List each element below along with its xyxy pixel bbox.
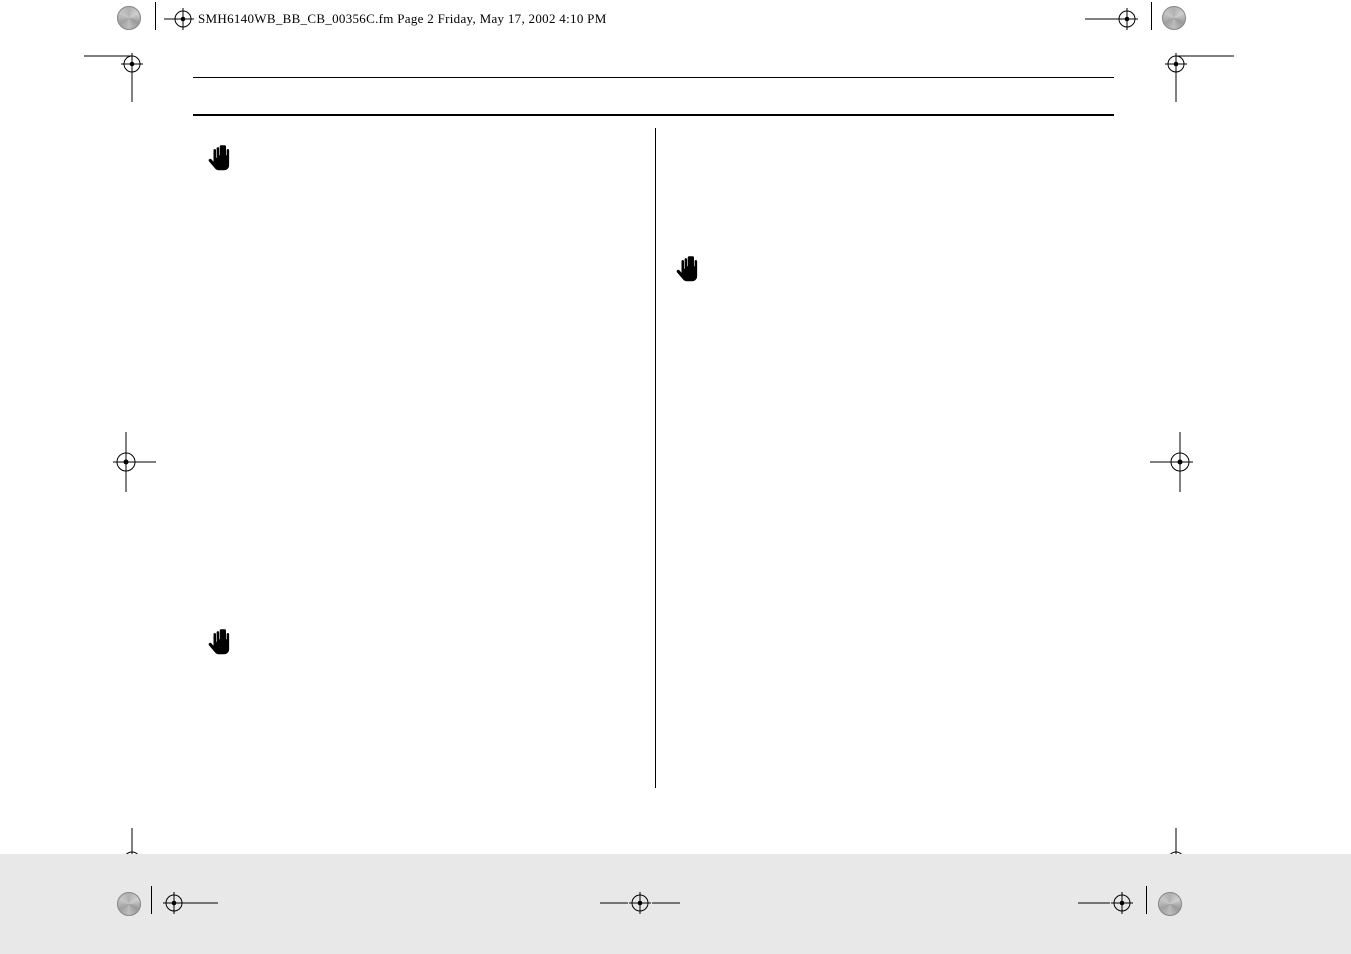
separator — [1146, 886, 1147, 914]
crop-mark — [1154, 44, 1234, 104]
horizontal-rule — [193, 77, 1114, 78]
hand-stop-icon — [206, 144, 236, 174]
color-wheel-icon — [117, 6, 141, 30]
separator — [155, 2, 156, 30]
separator — [151, 886, 152, 914]
color-wheel-icon — [1162, 6, 1186, 30]
registration-target-icon — [96, 432, 156, 492]
registration-target-icon — [1085, 8, 1145, 30]
document-header-filename: SMH6140WB_BB_CB_00356C.fm Page 2 Friday,… — [198, 11, 607, 27]
hand-stop-icon — [206, 628, 236, 658]
page-footer-band — [0, 854, 1351, 954]
horizontal-rule — [193, 114, 1114, 116]
separator — [1151, 2, 1152, 30]
registration-target-icon — [1150, 432, 1210, 492]
color-wheel-icon — [117, 892, 141, 916]
color-wheel-icon — [1158, 892, 1182, 916]
registration-target-icon — [164, 8, 198, 30]
column-divider — [655, 128, 656, 788]
hand-stop-icon — [674, 255, 704, 285]
crop-mark — [84, 44, 154, 104]
